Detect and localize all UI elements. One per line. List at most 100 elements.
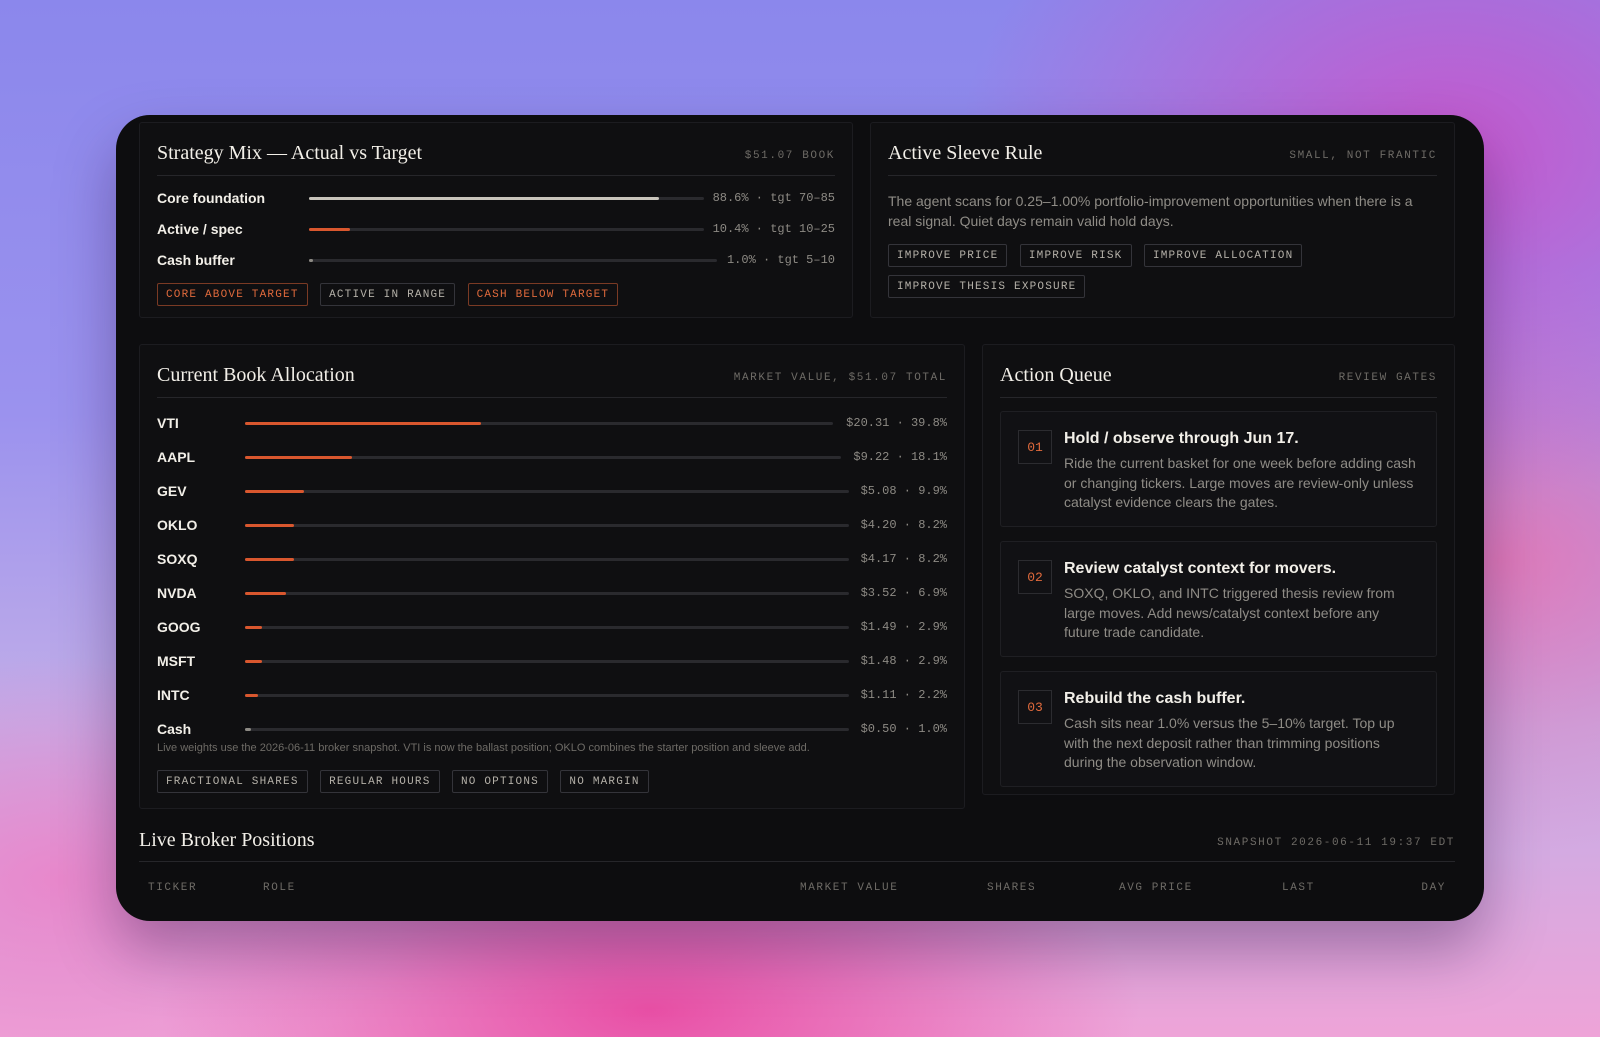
allocation-value: $4.20 · 8.2% xyxy=(860,518,947,532)
allocation-row: MSFT $1.48 · 2.9% xyxy=(157,651,947,671)
allocation-bar-track xyxy=(245,728,849,731)
strategy-row-label: Active / spec xyxy=(157,221,243,237)
allocation-bar-fill xyxy=(245,728,251,731)
column-header-role[interactable]: ROLE xyxy=(263,882,296,894)
dashboard-window: Strategy Mix — Actual vs Target $51.07 B… xyxy=(116,115,1484,921)
allocation-bar-fill xyxy=(245,524,294,527)
tag-active-in-range: ACTIVE IN RANGE xyxy=(320,283,456,306)
column-header-last[interactable]: LAST xyxy=(1282,882,1315,894)
strategy-row-label: Core foundation xyxy=(157,190,266,206)
action-item-number: 01 xyxy=(1018,430,1052,464)
column-header-avg-price[interactable]: AVG PRICE xyxy=(1119,882,1193,894)
live-positions-section: Live Broker Positions SNAPSHOT 2026-06-1… xyxy=(139,819,1455,921)
allocation-bar-fill xyxy=(245,694,258,697)
strategy-row-value: 10.4% · tgt 10–25 xyxy=(712,222,835,236)
allocation-bar-track xyxy=(245,626,849,629)
allocation-value: $5.08 · 9.9% xyxy=(860,484,947,498)
strategy-row-value: 1.0% · tgt 5–10 xyxy=(726,253,835,267)
column-header-shares[interactable]: SHARES xyxy=(987,882,1036,894)
strategy-bar-fill xyxy=(309,197,659,200)
strategy-mix-meta: $51.07 BOOK xyxy=(744,150,835,162)
tag-improve-price: IMPROVE PRICE xyxy=(888,244,1008,267)
action-queue-title: Action Queue xyxy=(1000,364,1112,386)
allocation-row: GOOG $1.49 · 2.9% xyxy=(157,617,947,637)
allocation-bar-track xyxy=(245,422,833,425)
allocation-value: $9.22 · 18.1% xyxy=(853,450,947,464)
action-item-number: 03 xyxy=(1018,690,1052,724)
allocation-value: $20.31 · 39.8% xyxy=(846,416,947,430)
action-item-description: SOXQ, OKLO, and INTC triggered thesis re… xyxy=(1064,585,1395,640)
allocation-ticker: GOOG xyxy=(157,619,201,635)
allocation-value: $3.52 · 6.9% xyxy=(860,586,947,600)
allocation-bar-track xyxy=(245,456,841,459)
strategy-bar-track xyxy=(309,259,717,262)
action-item-title: Review catalyst context for movers. xyxy=(1064,560,1337,577)
allocation-row: VTI $20.31 · 39.8% xyxy=(157,413,947,433)
allocation-ticker: VTI xyxy=(157,415,179,431)
column-header-day[interactable]: DAY xyxy=(1421,882,1446,894)
active-sleeve-title: Active Sleeve Rule xyxy=(888,142,1043,164)
allocation-row: AAPL $9.22 · 18.1% xyxy=(157,447,947,467)
tag-core-above-target: CORE ABOVE TARGET xyxy=(157,283,308,306)
book-allocation-meta: MARKET VALUE, $51.07 TOTAL xyxy=(733,372,947,384)
active-sleeve-body: The agent scans for 0.25–1.00% portfolio… xyxy=(888,193,1413,229)
column-header-ticker[interactable]: TICKER xyxy=(148,882,197,894)
action-item[interactable]: 02 Review catalyst context for movers. S… xyxy=(1000,541,1437,657)
allocation-ticker: MSFT xyxy=(157,653,196,669)
allocation-ticker: OKLO xyxy=(157,517,198,533)
book-allocation-panel: Current Book Allocation MARKET VALUE, $5… xyxy=(139,344,965,809)
allocation-row: INTC $1.11 · 2.2% xyxy=(157,685,947,705)
allocation-ticker: AAPL xyxy=(157,449,196,465)
allocation-ticker: Cash xyxy=(157,721,192,737)
tag-regular-hours: REGULAR HOURS xyxy=(320,770,440,793)
allocation-ticker: GEV xyxy=(157,483,187,499)
allocation-bar-fill xyxy=(245,592,286,595)
active-sleeve-panel: Active Sleeve Rule SMALL, NOT FRANTIC Th… xyxy=(870,122,1455,318)
column-header-market-value[interactable]: MARKET VALUE xyxy=(800,882,898,894)
allocation-ticker: INTC xyxy=(157,687,190,703)
allocation-row: OKLO $4.20 · 8.2% xyxy=(157,515,947,535)
allocation-value: $1.48 · 2.9% xyxy=(860,654,947,668)
strategy-row-value: 88.6% · tgt 70–85 xyxy=(712,191,835,205)
allocation-bar-fill xyxy=(245,422,481,425)
allocation-bar-track xyxy=(245,660,849,663)
allocation-value: $0.50 · 1.0% xyxy=(860,722,947,736)
live-positions-title: Live Broker Positions xyxy=(139,829,315,851)
tag-improve-thesis-exposure: IMPROVE THESIS EXPOSURE xyxy=(888,275,1086,298)
live-positions-meta: SNAPSHOT 2026-06-11 19:37 EDT xyxy=(1217,837,1455,849)
action-item[interactable]: 01 Hold / observe through Jun 17. Ride t… xyxy=(1000,411,1437,527)
tag-improve-allocation: IMPROVE ALLOCATION xyxy=(1143,244,1303,267)
action-item[interactable]: 03 Rebuild the cash buffer. Cash sits ne… xyxy=(1000,671,1437,787)
divider xyxy=(888,175,1437,176)
action-item-description: Ride the current basket for one week bef… xyxy=(1064,455,1416,510)
strategy-row-cash: Cash buffer 1.0% · tgt 5–10 xyxy=(157,250,835,270)
divider xyxy=(157,397,947,398)
tag-no-options: NO OPTIONS xyxy=(451,770,548,793)
book-allocation-title: Current Book Allocation xyxy=(157,364,355,386)
allocation-bar-track xyxy=(245,558,849,561)
divider xyxy=(157,175,835,176)
allocation-ticker: SOXQ xyxy=(157,551,198,567)
strategy-bar-track xyxy=(309,197,704,200)
tag-fractional-shares: FRACTIONAL SHARES xyxy=(157,770,308,793)
action-queue-panel: Action Queue REVIEW GATES 01 Hold / obse… xyxy=(982,344,1455,795)
active-sleeve-meta: SMALL, NOT FRANTIC xyxy=(1289,150,1437,162)
allocation-value: $1.11 · 2.2% xyxy=(860,688,947,702)
divider xyxy=(139,861,1455,862)
allocation-bar-fill xyxy=(245,490,304,493)
allocation-row: SOXQ $4.17 · 8.2% xyxy=(157,549,947,569)
tag-cash-below-target: CASH BELOW TARGET xyxy=(467,283,619,306)
allocation-ticker: NVDA xyxy=(157,585,197,601)
strategy-mix-title: Strategy Mix — Actual vs Target xyxy=(157,142,423,164)
allocation-row: GEV $5.08 · 9.9% xyxy=(157,481,947,501)
allocation-bar-fill xyxy=(245,626,262,629)
action-item-description: Cash sits near 1.0% versus the 5–10% tar… xyxy=(1064,715,1395,770)
allocation-bar-track xyxy=(245,490,849,493)
allocation-bar-fill xyxy=(245,456,352,459)
tag-no-margin: NO MARGIN xyxy=(560,770,649,793)
action-item-number: 02 xyxy=(1018,560,1052,594)
strategy-tags: CORE ABOVE TARGET ACTIVE IN RANGE CASH B… xyxy=(157,283,626,306)
action-queue-meta: REVIEW GATES xyxy=(1338,372,1437,384)
allocation-bar-fill xyxy=(245,558,294,561)
strategy-row-active: Active / spec 10.4% · tgt 10–25 xyxy=(157,219,835,239)
